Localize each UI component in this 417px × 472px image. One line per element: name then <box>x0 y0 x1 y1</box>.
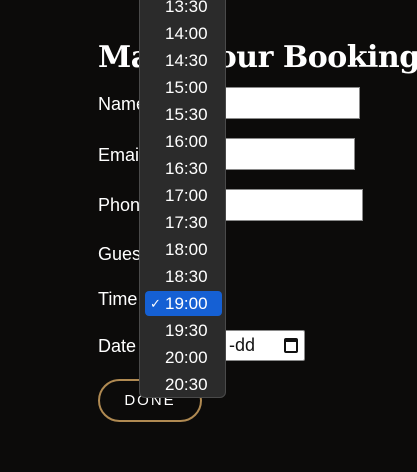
time-option-label: 14:30 <box>165 51 208 70</box>
time-option[interactable]: 15:30 <box>145 102 222 127</box>
time-option[interactable]: 17:30 <box>145 210 222 235</box>
email-input[interactable] <box>222 138 355 170</box>
date-placeholder-visible: -dd <box>229 335 256 355</box>
time-option[interactable]: 14:30 <box>145 48 222 73</box>
email-label: Email <box>98 145 144 165</box>
time-option[interactable]: 15:00 <box>145 75 222 100</box>
time-dropdown-list[interactable]: 13:30 14:00 14:30 15:00 15:30 16:00 16:30 17:00… <box>139 0 226 398</box>
time-option[interactable]: 16:30 <box>145 156 222 181</box>
checkmark-icon: ✓ <box>150 296 161 311</box>
time-option-label: 19:00 <box>165 294 208 313</box>
time-option-label: 13:30 <box>165 0 208 16</box>
time-option[interactable]: ✓ 19:00 <box>145 291 222 316</box>
time-option-label: 15:30 <box>165 105 208 124</box>
time-option[interactable]: 20:00 <box>145 345 222 370</box>
date-label: Date <box>98 336 137 356</box>
time-option-label: 17:30 <box>165 213 208 232</box>
time-option-label: 17:00 <box>165 186 208 205</box>
time-option[interactable]: 13:30 <box>145 0 222 19</box>
time-option-label: 20:30 <box>165 375 208 394</box>
time-option-label: 20:00 <box>165 348 208 367</box>
phone-input[interactable] <box>222 189 363 221</box>
time-option[interactable]: 19:30 <box>145 318 222 343</box>
time-option[interactable]: 18:00 <box>145 237 222 262</box>
name-input[interactable] <box>222 87 360 119</box>
time-option-label: 16:00 <box>165 132 208 151</box>
time-option-label: 19:30 <box>165 321 208 340</box>
time-option[interactable]: 17:00 <box>145 183 222 208</box>
time-option-label: 16:30 <box>165 159 208 178</box>
calendar-icon[interactable] <box>284 338 298 353</box>
time-option[interactable]: 18:30 <box>145 264 222 289</box>
time-option-label: 18:30 <box>165 267 208 286</box>
time-label: Time <box>98 289 138 309</box>
time-option-label: 14:00 <box>165 24 208 43</box>
time-option-label: 18:00 <box>165 240 208 259</box>
time-option[interactable]: 14:00 <box>145 21 222 46</box>
time-option[interactable]: 16:00 <box>145 129 222 154</box>
time-option-label: 15:00 <box>165 78 208 97</box>
time-option[interactable]: 20:30 <box>145 372 222 397</box>
